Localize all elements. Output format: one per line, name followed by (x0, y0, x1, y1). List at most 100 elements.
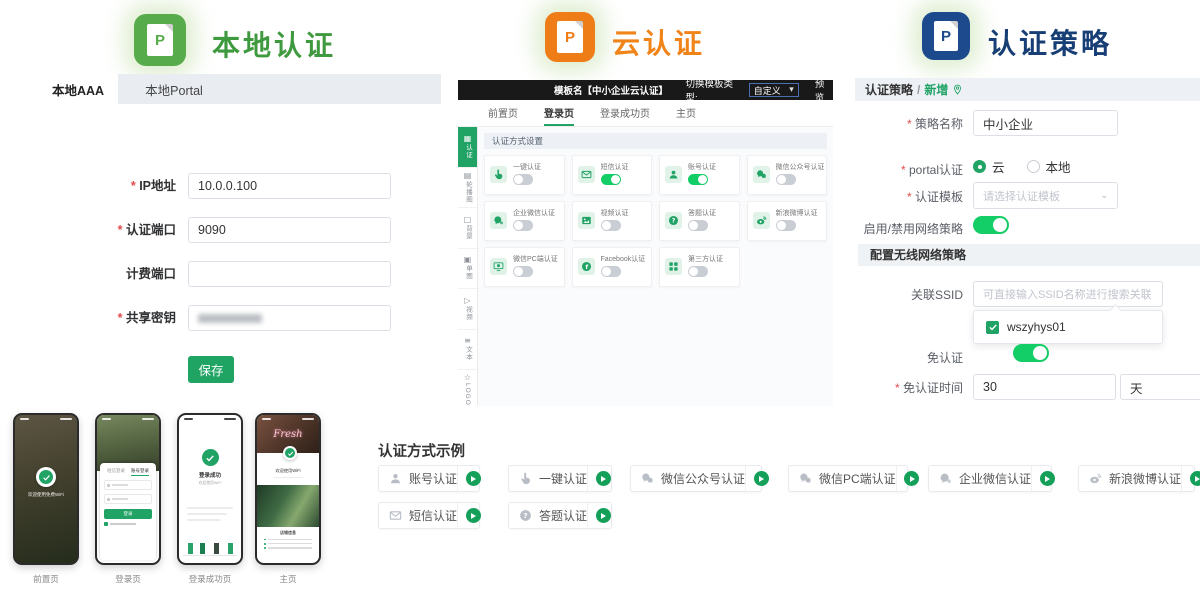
free-time-input[interactable]: 30 (973, 374, 1116, 400)
ip-address-input[interactable]: 10.0.0.100 (188, 173, 391, 199)
free-time-value: 30 (983, 380, 997, 394)
method-card-account: 账号认证 (659, 155, 740, 195)
tab-front-page[interactable]: 前置页 (488, 105, 518, 126)
thirdparty-toggle[interactable] (688, 266, 708, 277)
portal-auth-label: portal认证 (855, 157, 963, 183)
radio-cloud[interactable] (973, 160, 986, 173)
radio-local[interactable] (1027, 160, 1040, 173)
play-icon[interactable] (896, 466, 927, 491)
weibo-toggle[interactable] (776, 220, 796, 231)
shop-info: 店铺信息 (257, 527, 319, 549)
onekey-toggle[interactable] (513, 174, 533, 185)
checkbox-checked[interactable] (986, 321, 999, 334)
sidebar-item-background[interactable]: □背景 (458, 208, 477, 249)
sidebar-item-text[interactable]: ≡文本 (458, 330, 477, 371)
brand-logo (36, 467, 56, 487)
billing-port-label: 计费端口 (38, 261, 176, 287)
example-onekey-auth[interactable]: 一键认证 (508, 465, 612, 492)
template-name: 模板名【中小企业云认证】 (554, 83, 663, 97)
example-weibo-auth[interactable]: 新浪微博认证 (1078, 465, 1195, 492)
shared-key-input[interactable] (188, 305, 391, 331)
weibo-icon (1089, 472, 1102, 485)
play-icon[interactable] (457, 503, 488, 528)
tab-success-page[interactable]: 登录成功页 (600, 105, 650, 126)
local-auth-title: 本地认证 (212, 24, 336, 64)
auth-port-input[interactable]: 9090 (188, 217, 391, 243)
enable-policy-label: 启用/禁用网络策略 (855, 216, 963, 242)
method-card-wechat-mp: 微信公众号认证 (747, 155, 828, 195)
sidebar-item-logo[interactable]: ☆LOGO (458, 370, 477, 410)
template-type-select[interactable]: 自定义 ▾ (749, 83, 799, 97)
sidebar-item-carousel[interactable]: ▤轮播图 (458, 168, 477, 209)
breadcrumb-root[interactable]: 认证策略 (865, 81, 913, 98)
phone-mockup-login-page: 短信登录 账号登录 登录 (95, 413, 161, 565)
info-line (257, 543, 319, 545)
wechat-pc-icon (490, 258, 507, 275)
tab-local-aaa[interactable]: 本地AAA (38, 74, 118, 104)
tab-home-page[interactable]: 主页 (676, 105, 696, 126)
enable-policy-toggle[interactable] (973, 216, 1009, 234)
star-icon: ☆ (464, 374, 471, 382)
ssid-option[interactable]: wszyhys01 (1007, 320, 1066, 334)
example-sms-auth[interactable]: 短信认证 (378, 502, 480, 529)
play-icon[interactable] (457, 466, 488, 491)
free-time-unit-select[interactable]: 天 (1120, 374, 1200, 400)
play-icon[interactable] (745, 466, 776, 491)
tab-login-page[interactable]: 登录页 (544, 105, 574, 126)
chevron-down-icon: ⌄ (1100, 191, 1108, 201)
video-icon: ▷ (464, 297, 470, 305)
method-card-thirdparty: 第三方认证 (659, 247, 740, 287)
document-icon: P (557, 21, 583, 53)
free-time-label: 免认证时间 (855, 375, 963, 401)
auth-template-select[interactable]: 请选择认证模板 ⌄ (973, 182, 1118, 209)
play-icon[interactable] (1031, 466, 1062, 491)
examples-title: 认证方式示例 (378, 440, 465, 461)
play-icon[interactable] (587, 503, 618, 528)
ssid-search-input[interactable]: 可直接输入SSID名称进行搜索关联 (973, 281, 1163, 307)
billing-port-input[interactable] (188, 261, 391, 287)
caption-login-page: 登录页 (95, 573, 161, 585)
hours-line (273, 477, 303, 479)
success-subtitle: 欢迎使用WiFi (179, 481, 241, 486)
policy-name-value: 中小企业 (983, 114, 1033, 133)
facebook-toggle[interactable] (601, 266, 621, 277)
wecom-icon (490, 212, 507, 229)
background-icon: □ (464, 216, 472, 224)
sms-toggle[interactable] (601, 174, 621, 185)
wireless-section-title: 配置无线网络策略 (858, 244, 1200, 266)
play-icon[interactable] (1181, 466, 1200, 491)
wecom-icon (939, 472, 952, 485)
template-type-value: 自定义 (754, 84, 781, 97)
wecom-toggle[interactable] (513, 220, 533, 231)
breadcrumb-current: 新增 (924, 81, 948, 98)
mail-icon (389, 509, 402, 522)
cloud-auth-icon: P (545, 12, 595, 62)
save-button[interactable]: 保存 (188, 356, 234, 383)
wechat-pc-toggle[interactable] (513, 266, 533, 277)
info-line (257, 547, 319, 549)
example-wecom-auth[interactable]: 企业微信认证 (928, 465, 1052, 492)
ip-address-value: 10.0.0.100 (198, 179, 257, 193)
example-wechat-mp-auth[interactable]: 微信公众号认证 (630, 465, 762, 492)
facebook-icon (578, 258, 595, 275)
method-card-wecom: 企业微信认证 (484, 201, 565, 241)
policy-name-input[interactable]: 中小企业 (973, 110, 1118, 136)
quiz-toggle[interactable] (688, 220, 708, 231)
placeholder-line (187, 519, 221, 521)
hand-icon (519, 472, 532, 485)
local-auth-tabbar: 本地AAA 本地Portal (38, 74, 441, 104)
example-quiz-auth[interactable]: 答题认证 (508, 502, 612, 529)
sidebar-item-image[interactable]: ▣单图 (458, 249, 477, 290)
tab-local-portal[interactable]: 本地Portal (118, 74, 230, 104)
example-account-auth[interactable]: 账号认证 (378, 465, 480, 492)
sidebar-item-auth[interactable]: ▦认证 (458, 127, 477, 168)
sidebar-item-video[interactable]: ▷视频 (458, 289, 477, 330)
free-auth-toggle[interactable] (1013, 344, 1049, 362)
wechat-mp-toggle[interactable] (776, 174, 796, 185)
ip-address-label: IP地址 (38, 173, 176, 199)
example-wechat-pc-auth[interactable]: 微信PC端认证 (788, 465, 908, 492)
video-toggle[interactable] (601, 220, 621, 231)
play-icon[interactable] (587, 466, 618, 491)
account-toggle[interactable] (688, 174, 708, 185)
brand-neon-sign: Fresh (273, 429, 302, 440)
